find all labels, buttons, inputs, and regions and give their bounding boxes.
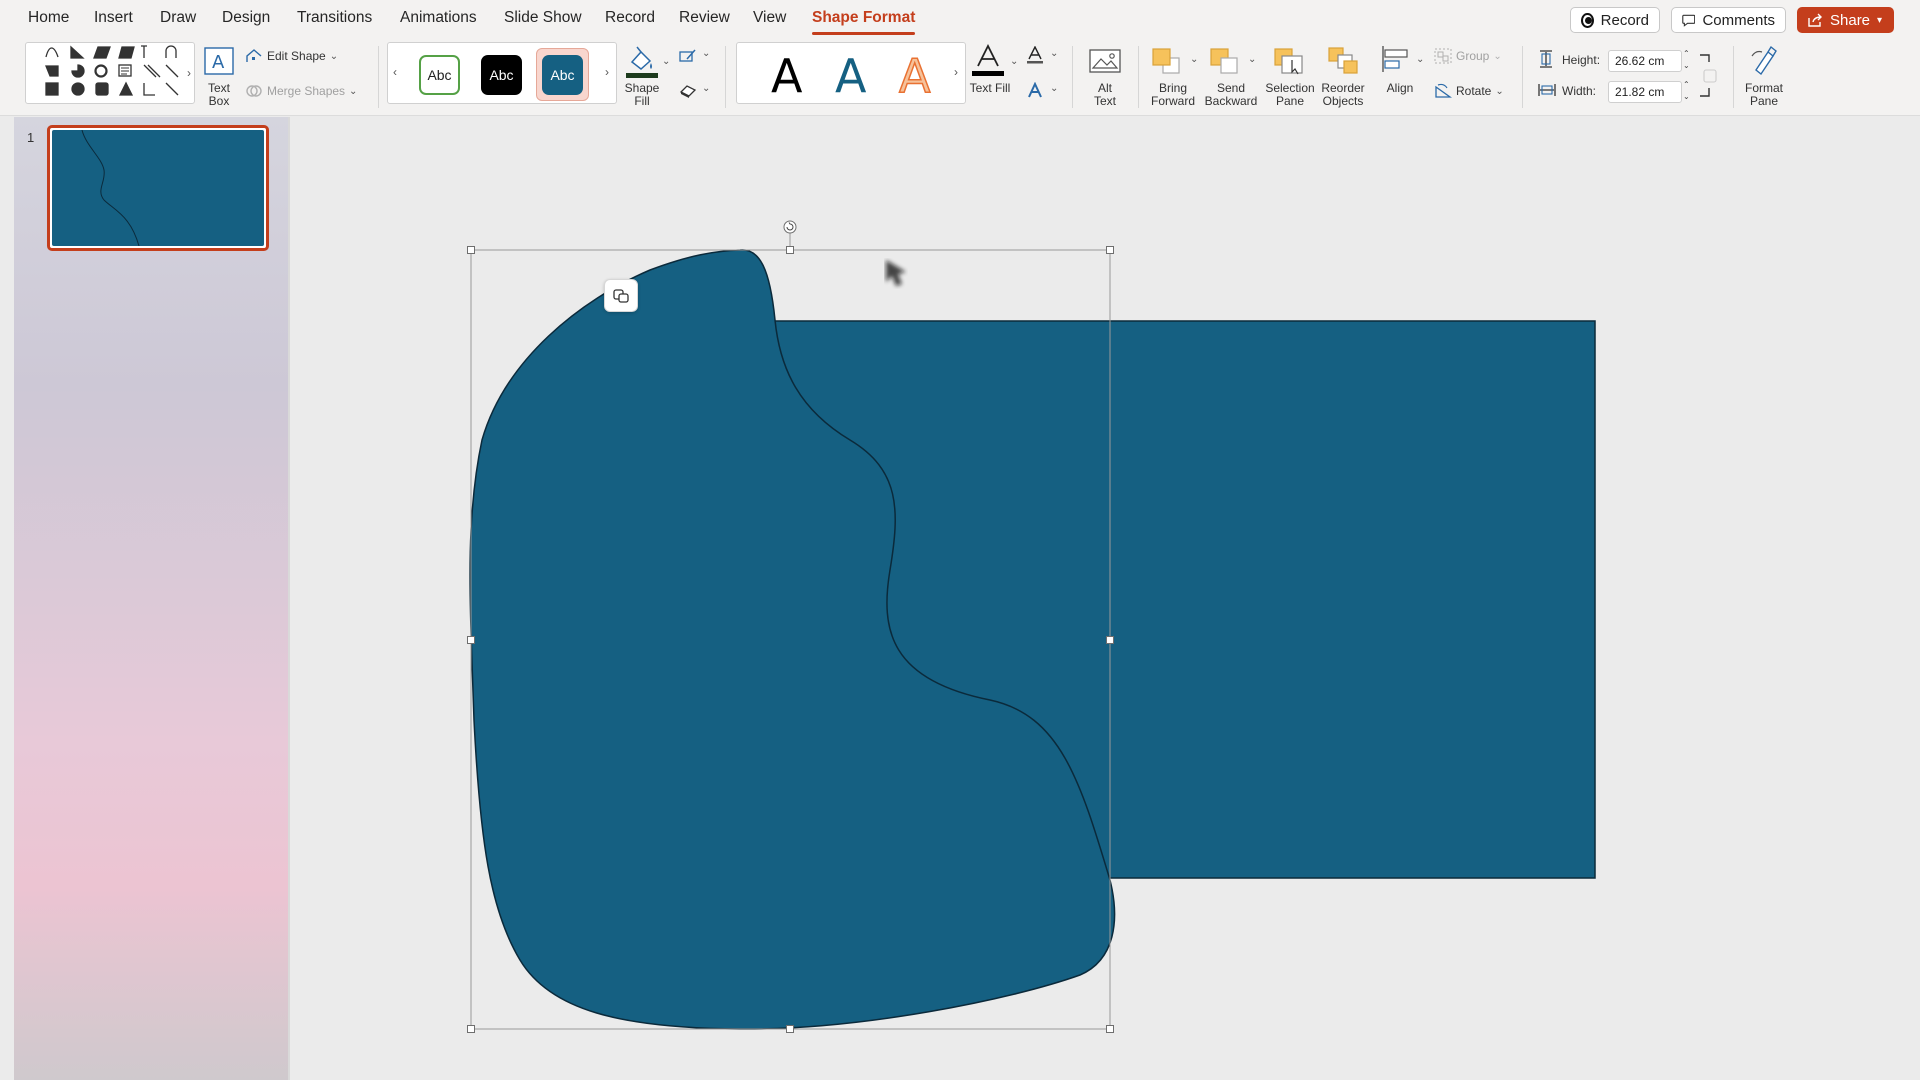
resize-handle-bottom[interactable] (786, 1025, 794, 1033)
slide-shapes (467, 220, 1596, 1033)
layers-icon (613, 288, 629, 303)
resize-handle-bottom-left[interactable] (467, 1025, 475, 1033)
rotation-handle-icon[interactable] (783, 220, 797, 234)
resize-handle-top[interactable] (786, 246, 794, 254)
resize-handle-top-right[interactable] (1106, 246, 1114, 254)
resize-handle-right[interactable] (1106, 636, 1114, 644)
resize-handle-top-left[interactable] (467, 246, 475, 254)
mouse-cursor-icon (886, 260, 906, 286)
resize-handle-left[interactable] (467, 636, 475, 644)
resize-handle-bottom-right[interactable] (1106, 1025, 1114, 1033)
shape-quick-actions-button[interactable] (604, 279, 638, 312)
